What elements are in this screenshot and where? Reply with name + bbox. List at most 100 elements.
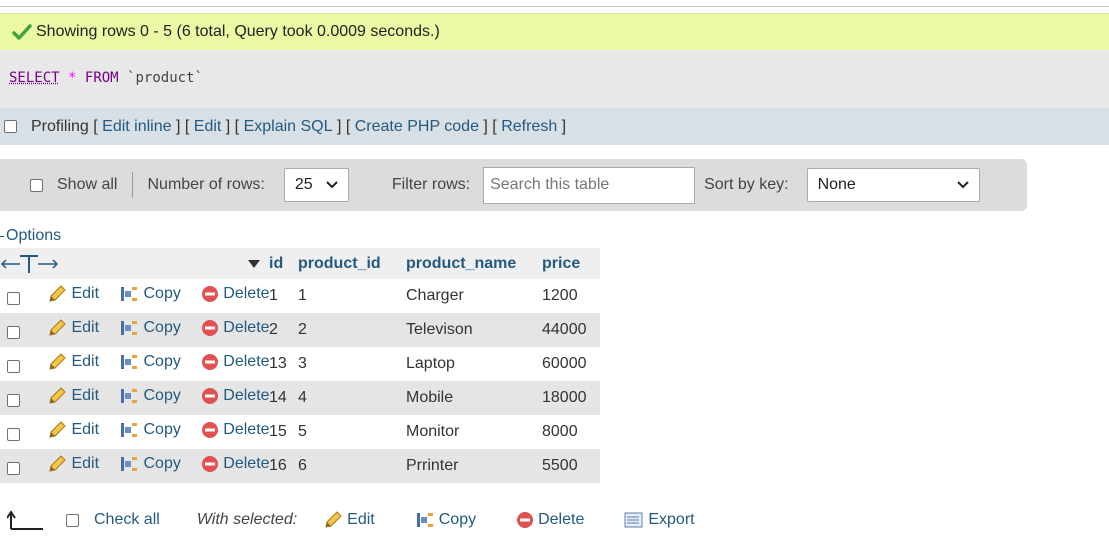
column-resize-header[interactable] <box>0 248 265 279</box>
row-edit-button[interactable]: Edit <box>47 319 99 337</box>
row-delete-button[interactable]: Delete <box>201 455 270 473</box>
column-resize-icon[interactable] <box>0 254 60 274</box>
cell-product-name[interactable]: Charger <box>402 279 538 313</box>
filter-rows-input[interactable]: Search this table <box>483 166 696 204</box>
table-row: Edit Copy Delete 2 2 Televison 44000 <box>0 313 600 347</box>
sql-keyword-select[interactable]: SELECT <box>9 70 60 86</box>
cell-price[interactable]: 8000 <box>538 415 600 449</box>
profiling-label: Profiling <box>31 117 89 135</box>
number-of-rows-select[interactable]: 25 <box>283 168 349 202</box>
pencil-icon <box>49 386 67 404</box>
pencil-icon <box>49 318 67 336</box>
cell-price[interactable]: 1200 <box>538 279 600 313</box>
create-php-code-link[interactable]: Create PHP code <box>355 118 479 136</box>
row-checkbox[interactable] <box>7 393 20 407</box>
row-copy-button[interactable]: Copy <box>119 319 181 337</box>
cell-product-id[interactable]: 4 <box>294 381 402 415</box>
filter-rows-label: Filter rows: <box>391 176 471 193</box>
row-delete-button[interactable]: Delete <box>201 387 270 405</box>
cell-product-name[interactable]: Laptop <box>402 347 538 381</box>
edit-link[interactable]: Edit <box>194 118 222 136</box>
cell-price[interactable]: 18000 <box>538 381 600 415</box>
row-delete-button[interactable]: Delete <box>201 353 270 371</box>
check-all-checkbox[interactable] <box>66 513 79 527</box>
column-header-product-name[interactable]: product_name <box>402 248 538 279</box>
row-delete-button[interactable]: Delete <box>201 421 270 439</box>
pencil-icon <box>49 284 67 302</box>
show-all-control[interactable]: Show all <box>30 176 117 194</box>
row-checkbox[interactable] <box>7 461 20 475</box>
row-checkbox[interactable] <box>7 359 20 373</box>
pencil-icon <box>49 420 67 438</box>
check-all-label[interactable]: Check all <box>94 511 160 529</box>
pencil-icon <box>49 454 67 472</box>
row-edit-button[interactable]: Edit <box>47 285 99 303</box>
bulk-edit-button[interactable]: Edit <box>323 511 375 529</box>
row-delete-button[interactable]: Delete <box>201 285 270 303</box>
row-checkbox[interactable] <box>7 291 20 305</box>
row-edit-button[interactable]: Edit <box>47 387 99 405</box>
profiling-checkbox[interactable] <box>4 120 17 133</box>
options-link[interactable]: Options <box>6 227 61 245</box>
success-message: Showing rows 0 - 5 (6 total, Query took … <box>0 13 1109 50</box>
column-header-price[interactable]: price <box>538 248 600 279</box>
show-all-checkbox[interactable] <box>30 178 43 192</box>
number-of-rows-label: Number of rows: <box>147 176 265 193</box>
cell-product-id[interactable]: 2 <box>294 313 402 347</box>
sort-dropdown-icon[interactable] <box>247 259 261 269</box>
with-selected-label: With selected: <box>196 511 298 528</box>
cell-price[interactable]: 5500 <box>538 449 600 483</box>
cell-price[interactable]: 44000 <box>538 313 600 347</box>
table-row: Edit Copy Delete 16 6 Prrinter 5500 <box>0 449 600 483</box>
cell-product-id[interactable]: 5 <box>294 415 402 449</box>
row-edit-button[interactable]: Edit <box>47 421 99 439</box>
results-table: id product_id product_name price Edit Co… <box>0 248 600 483</box>
cell-product-id[interactable]: 1 <box>294 279 402 313</box>
cell-price[interactable]: 60000 <box>538 347 600 381</box>
row-copy-button[interactable]: Copy <box>119 421 181 439</box>
sql-star: * <box>68 70 77 86</box>
cell-product-name[interactable]: Mobile <box>402 381 538 415</box>
sort-by-key-select[interactable]: None <box>806 168 980 202</box>
row-actions-cell: Edit Copy Delete <box>0 313 270 347</box>
cell-product-id[interactable]: 6 <box>294 449 402 483</box>
copy-icon <box>121 456 138 471</box>
edit-inline-link[interactable]: Edit inline <box>102 118 171 136</box>
number-of-rows-value: 25 <box>294 176 313 193</box>
row-copy-button[interactable]: Copy <box>119 387 181 405</box>
cell-product-name[interactable]: Monitor <box>402 415 538 449</box>
cell-product-name[interactable]: Prrinter <box>402 449 538 483</box>
table-row: Edit Copy Delete 13 3 Laptop 60000 <box>0 347 600 381</box>
column-header-id[interactable]: id <box>265 248 294 279</box>
top-divider <box>0 6 1109 7</box>
row-checkbox[interactable] <box>7 325 20 339</box>
row-actions-cell: Edit Copy Delete <box>0 279 270 313</box>
column-header-product-id[interactable]: product_id <box>294 248 402 279</box>
refresh-link[interactable]: Refresh <box>501 118 557 136</box>
cell-product-name[interactable]: Televison <box>402 313 538 347</box>
row-copy-button[interactable]: Copy <box>119 353 181 371</box>
bulk-delete-button[interactable]: Delete <box>516 511 584 529</box>
sql-query-box: SELECT * FROM `product` <box>0 50 1109 108</box>
row-delete-button[interactable]: Delete <box>201 319 270 337</box>
explain-sql-link[interactable]: Explain SQL <box>244 118 333 136</box>
row-checkbox[interactable] <box>7 427 20 441</box>
bulk-copy-button[interactable]: Copy <box>415 511 476 529</box>
copy-icon <box>416 513 433 527</box>
navigation-bar: Show all Number of rows: 25 Filter rows:… <box>0 159 1027 211</box>
row-copy-button[interactable]: Copy <box>119 285 181 303</box>
profiling-bar: Profiling [ Edit inline ] [ Edit ] [ Exp… <box>0 108 1109 145</box>
options-dash <box>0 236 4 237</box>
row-edit-button[interactable]: Edit <box>47 353 99 371</box>
copy-icon <box>121 422 138 437</box>
cell-product-id[interactable]: 3 <box>294 347 402 381</box>
row-actions-cell: Edit Copy Delete <box>0 347 270 381</box>
row-edit-button[interactable]: Edit <box>47 455 99 473</box>
copy-icon <box>121 388 138 403</box>
sql-table-name: `product` <box>127 70 203 86</box>
sort-by-key-value: None <box>817 176 856 193</box>
row-actions-cell: Edit Copy Delete <box>0 449 270 483</box>
row-copy-button[interactable]: Copy <box>119 455 181 473</box>
bulk-export-button[interactable]: Export <box>624 511 695 529</box>
chevron-down-icon <box>326 181 338 189</box>
